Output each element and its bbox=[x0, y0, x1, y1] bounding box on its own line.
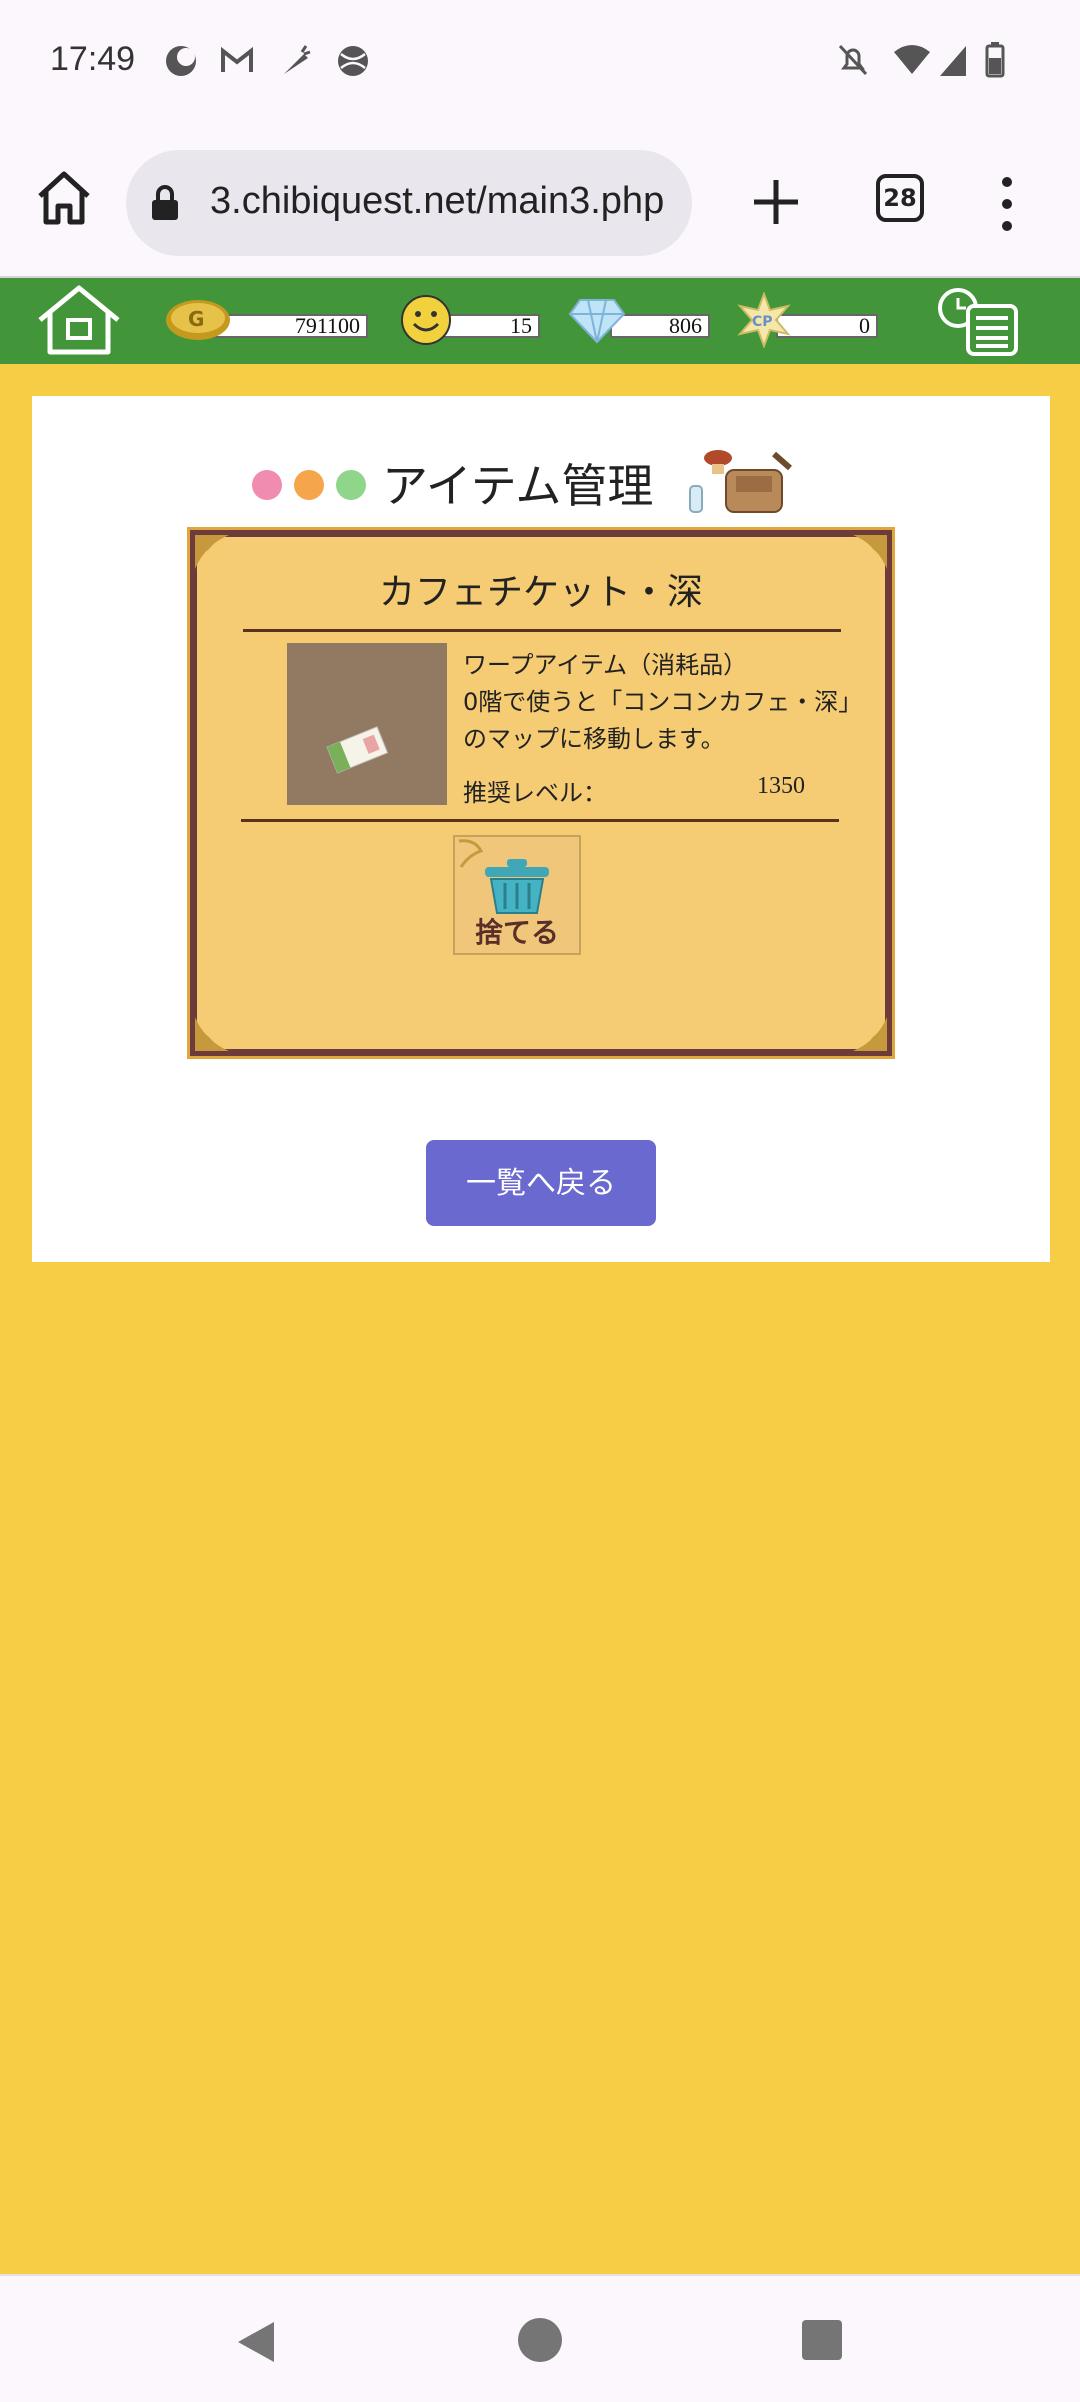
item-description: ワープアイテム（消耗品） 0階で使うと「コンコンカフェ・深」 のマップに移動しま… bbox=[463, 647, 893, 758]
more-icon[interactable] bbox=[992, 174, 1022, 234]
lock-icon bbox=[152, 185, 178, 220]
description-line: のマップに移動します。 bbox=[463, 725, 725, 753]
gold-stat: 791100 G bbox=[164, 296, 368, 344]
ticket-icon bbox=[326, 726, 389, 774]
carrot-icon bbox=[284, 45, 311, 74]
green-dot-icon bbox=[336, 470, 366, 500]
diamond-icon bbox=[568, 299, 626, 344]
browser-status-icon bbox=[166, 46, 196, 76]
smiley-icon bbox=[401, 295, 451, 345]
discard-button[interactable]: 捨てる bbox=[453, 835, 581, 955]
url-text[interactable]: 3.chibiquest.net/main3.php bbox=[210, 180, 664, 223]
gmail-icon bbox=[221, 46, 253, 72]
signal-icon bbox=[940, 46, 966, 76]
pink-dot-icon bbox=[252, 470, 282, 500]
game-home-icon[interactable] bbox=[34, 282, 124, 358]
game-header: 791100 G 15 806 0 CP bbox=[0, 278, 1080, 364]
recommended-level-label: 推奨レベル： bbox=[463, 779, 607, 807]
diamond-stat: 806 bbox=[568, 296, 710, 344]
mute-icon bbox=[838, 44, 868, 76]
wifi-icon bbox=[894, 45, 930, 74]
recommended-level-value: 1350 bbox=[757, 773, 805, 799]
tabs-icon[interactable]: 28 bbox=[876, 174, 924, 222]
item-management-panel: アイテム管理 カフェチケット・深 ワープアイテム（消耗品） 0階で使うと「コンコ… bbox=[32, 396, 1050, 1262]
address-bar[interactable]: 3.chibiquest.net/main3.php bbox=[126, 150, 692, 256]
browser-toolbar: 3.chibiquest.net/main3.php 28 bbox=[0, 130, 1080, 278]
plus-icon[interactable] bbox=[748, 174, 804, 230]
battery-icon bbox=[985, 42, 1005, 78]
description-line: ワープアイテム（消耗品） bbox=[463, 651, 748, 679]
description-line: 0階で使うと「コンコンカフェ・深」 bbox=[463, 688, 863, 716]
page-title: アイテム管理 bbox=[382, 459, 654, 513]
recents-square-icon[interactable] bbox=[802, 2320, 842, 2360]
cp-icon: CP bbox=[737, 292, 791, 348]
status-bar: 17:49 bbox=[0, 0, 1080, 130]
item-image bbox=[287, 643, 447, 805]
title-row: アイテム管理 bbox=[32, 446, 1050, 516]
corner-ornament-icon bbox=[195, 1017, 229, 1051]
item-card: カフェチケット・深 ワープアイテム（消耗品） 0階で使うと「コンコンカフェ・深」… bbox=[187, 527, 895, 1059]
divider bbox=[241, 819, 839, 822]
ball-icon bbox=[338, 46, 368, 76]
home-circle-icon[interactable] bbox=[518, 2318, 562, 2362]
smile-stat: 15 bbox=[398, 295, 540, 345]
corner-ornament-icon bbox=[853, 1017, 887, 1051]
status-time: 17:49 bbox=[50, 40, 136, 78]
orange-dot-icon bbox=[294, 470, 324, 500]
item-name: カフェチケット・深 bbox=[378, 572, 703, 613]
svg-text:CP: CP bbox=[752, 314, 773, 330]
log-icon[interactable] bbox=[932, 284, 1022, 358]
svg-text:G: G bbox=[188, 307, 204, 331]
coin-icon: G bbox=[166, 300, 230, 340]
cp-stat: 0 CP bbox=[736, 292, 878, 348]
system-nav-bar bbox=[0, 2274, 1080, 2402]
back-to-list-button[interactable]: 一覧へ戻る bbox=[426, 1140, 656, 1226]
home-icon[interactable] bbox=[34, 168, 94, 228]
divider bbox=[243, 629, 841, 632]
bag-icon bbox=[689, 450, 792, 513]
back-triangle-icon[interactable] bbox=[236, 2320, 276, 2364]
discard-label: 捨てる bbox=[474, 916, 559, 949]
gold-value: 791100 bbox=[212, 314, 368, 338]
